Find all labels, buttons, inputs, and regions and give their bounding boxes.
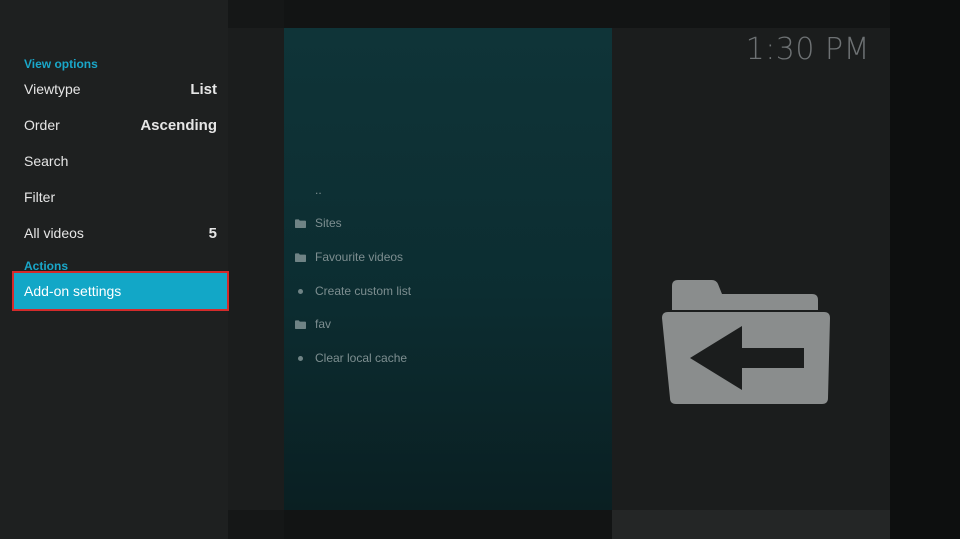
- footer-bar: [612, 510, 890, 539]
- view-options-header: View options: [24, 57, 98, 71]
- list-item-label: Sites: [315, 216, 342, 230]
- order-option[interactable]: Order Ascending: [14, 107, 227, 143]
- order-label: Order: [24, 117, 60, 133]
- search-label: Search: [24, 153, 69, 169]
- folder-icon: [294, 217, 306, 229]
- list-item-label: fav: [315, 317, 332, 331]
- bullet-icon: [294, 352, 306, 364]
- kodi-screen: 1:30 PM .. Sites Favourite videos Create…: [0, 0, 960, 539]
- list-item-sites[interactable]: Sites: [294, 213, 342, 233]
- list-item-label: Create custom list: [315, 284, 412, 298]
- bullet-icon: [294, 285, 306, 297]
- viewtype-option[interactable]: Viewtype List: [14, 71, 227, 107]
- viewtype-label: Viewtype: [24, 81, 81, 97]
- list-item-favourite-videos[interactable]: Favourite videos: [294, 247, 403, 267]
- filter-option[interactable]: Filter: [14, 179, 227, 215]
- folder-icon: [294, 318, 306, 330]
- viewtype-value: List: [190, 80, 217, 98]
- list-item-fav[interactable]: fav: [294, 314, 331, 334]
- list-item-label: Clear local cache: [315, 351, 408, 365]
- addon-settings-button[interactable]: Add-on settings: [12, 271, 229, 311]
- all-videos-count: 5: [208, 224, 217, 242]
- actions-header: Actions: [24, 259, 69, 273]
- right-edge: [890, 0, 960, 539]
- list-item-create-custom-list[interactable]: Create custom list: [294, 281, 411, 301]
- all-videos-option[interactable]: All videos 5: [14, 215, 227, 251]
- addon-settings-label: Add-on settings: [24, 283, 122, 299]
- all-videos-label: All videos: [24, 225, 84, 241]
- search-option[interactable]: Search: [14, 143, 227, 179]
- folder-icon: [294, 251, 306, 263]
- filter-label: Filter: [24, 189, 56, 205]
- file-list-panel: [284, 28, 612, 510]
- list-item-parent[interactable]: ..: [294, 180, 322, 200]
- folder-back-icon: [660, 280, 832, 406]
- list-item-label: ..: [315, 183, 322, 197]
- list-item-clear-local-cache[interactable]: Clear local cache: [294, 348, 407, 368]
- parent-folder-spacer: [294, 184, 306, 196]
- order-value: Ascending: [140, 116, 217, 134]
- side-menu: View options Viewtype List Order Ascendi…: [0, 0, 229, 539]
- list-item-label: Favourite videos: [315, 250, 404, 264]
- clock: 1:30 PM: [745, 32, 870, 67]
